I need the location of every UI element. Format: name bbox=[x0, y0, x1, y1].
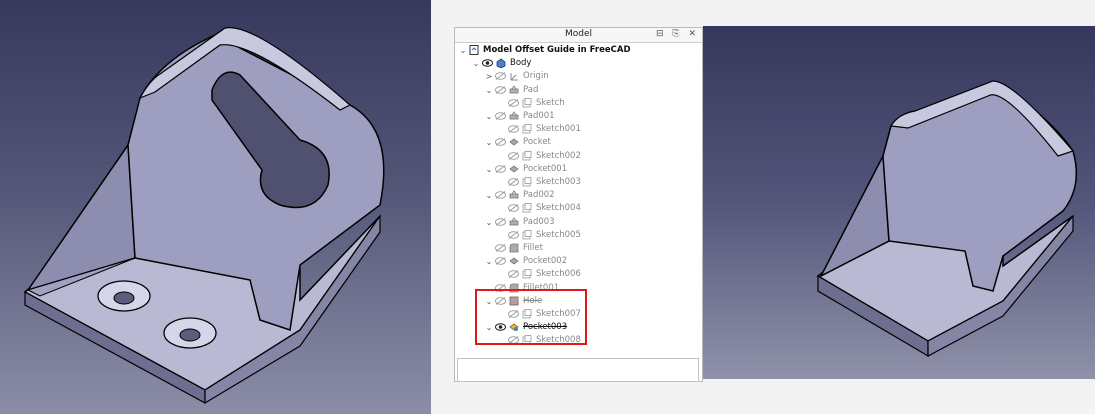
tree-item-label: Pad003 bbox=[523, 216, 555, 227]
eye-icon[interactable] bbox=[482, 59, 493, 67]
body-icon bbox=[496, 58, 506, 69]
tree-item-sketch004[interactable]: Sketch004 bbox=[455, 202, 700, 215]
tree-item-pad001[interactable]: ⌄ Pad001 bbox=[455, 110, 700, 123]
sketch-icon bbox=[522, 124, 532, 134]
bracket-plain-model bbox=[816, 80, 1078, 358]
chevron-down-icon[interactable]: ⌄ bbox=[485, 84, 493, 97]
eye-hidden-icon[interactable] bbox=[495, 164, 506, 173]
tree-item-label: Sketch001 bbox=[536, 124, 581, 135]
tree-item-fillet[interactable]: Fillet bbox=[455, 242, 700, 255]
tree-item-label: Pocket bbox=[523, 137, 551, 148]
chevron-down-icon[interactable]: ⌄ bbox=[485, 189, 493, 202]
chevron-down-icon[interactable]: ⌄ bbox=[459, 44, 467, 57]
tree-item-label: Pad001 bbox=[523, 111, 555, 121]
tree-item-pad002[interactable]: ⌄ Pad002 bbox=[455, 189, 700, 202]
chevron-down-icon[interactable]: ⌄ bbox=[485, 255, 493, 268]
chevron-right-icon[interactable]: > bbox=[485, 70, 493, 83]
tree-item-sketch[interactable]: Sketch bbox=[455, 97, 700, 110]
eye-hidden-icon[interactable] bbox=[495, 85, 506, 94]
tree-item-label: Pocket002 bbox=[523, 256, 568, 267]
document-icon bbox=[469, 45, 479, 55]
tree-item-label: Sketch bbox=[536, 97, 565, 108]
tree-item-origin[interactable]: > Origin bbox=[455, 70, 700, 83]
tree-item-label: Model Offset Guide in FreeCAD bbox=[483, 45, 631, 55]
pad-icon bbox=[509, 111, 519, 121]
sketch-icon bbox=[522, 203, 532, 213]
chevron-down-icon[interactable]: ⌄ bbox=[485, 110, 493, 123]
chevron-down-icon[interactable]: ⌄ bbox=[485, 136, 493, 149]
tree-item-body[interactable]: ⌄ Body bbox=[455, 57, 700, 70]
eye-hidden-icon[interactable] bbox=[508, 204, 519, 213]
eye-hidden-icon[interactable] bbox=[495, 112, 506, 120]
left-3d-viewport[interactable] bbox=[0, 0, 431, 414]
eye-hidden-icon[interactable] bbox=[508, 270, 519, 279]
tree-item-sketch005[interactable]: Sketch005 bbox=[455, 229, 700, 242]
property-box[interactable] bbox=[457, 358, 699, 382]
sketch-icon bbox=[522, 269, 532, 279]
tree-item-sketch002[interactable]: Sketch002 bbox=[455, 150, 700, 163]
panel-window-buttons[interactable]: ⊟ ⎘ ✕ bbox=[656, 28, 699, 41]
fillet-icon bbox=[509, 243, 519, 253]
chevron-down-icon[interactable]: ⌄ bbox=[485, 216, 493, 229]
tree-item-pocket002[interactable]: ⌄ Pocket002 bbox=[455, 255, 700, 268]
eye-hidden-icon[interactable] bbox=[495, 257, 506, 266]
pocket-icon bbox=[509, 164, 519, 174]
highlight-box bbox=[475, 289, 587, 345]
sketch-icon bbox=[522, 97, 532, 108]
tree-item-label: Sketch003 bbox=[536, 177, 581, 187]
origin-icon bbox=[509, 71, 519, 81]
eye-hidden-icon[interactable] bbox=[508, 178, 519, 186]
eye-hidden-icon[interactable] bbox=[495, 138, 506, 147]
bracket-with-holes-model bbox=[23, 27, 385, 405]
sketch-icon bbox=[522, 177, 532, 187]
tree-item-pocket[interactable]: ⌄ Pocket bbox=[455, 136, 700, 149]
chevron-down-icon[interactable]: ⌄ bbox=[485, 163, 493, 176]
pocket-icon bbox=[509, 256, 519, 266]
right-3d-viewport[interactable] bbox=[703, 26, 1095, 379]
tree-item-label: Pocket001 bbox=[523, 163, 568, 174]
tree-item-label: Pad002 bbox=[523, 190, 555, 201]
tree-item-sketch006[interactable]: Sketch006 bbox=[455, 268, 700, 281]
pad-icon bbox=[509, 216, 519, 227]
eye-hidden-icon[interactable] bbox=[508, 151, 519, 160]
tree-item-pocket001[interactable]: ⌄ Pocket001 bbox=[455, 163, 700, 176]
tree-item-label: Sketch002 bbox=[536, 150, 581, 161]
eye-hidden-icon[interactable] bbox=[495, 217, 506, 226]
pad-icon bbox=[509, 190, 519, 200]
tree-item-model-offset-guide-in-freecad[interactable]: ⌄ Model Offset Guide in FreeCAD bbox=[455, 44, 700, 57]
chevron-down-icon[interactable]: ⌄ bbox=[472, 57, 480, 70]
tree-item-label: Sketch005 bbox=[536, 229, 581, 240]
sketch-icon bbox=[522, 229, 532, 240]
tree-item-label: Body bbox=[510, 58, 532, 69]
eye-hidden-icon[interactable] bbox=[508, 125, 519, 134]
eye-hidden-icon[interactable] bbox=[508, 230, 519, 239]
tree-item-sketch003[interactable]: Sketch003 bbox=[455, 176, 700, 189]
tree-item-label: Sketch004 bbox=[536, 203, 581, 214]
tree-item-sketch001[interactable]: Sketch001 bbox=[455, 123, 700, 136]
panel-title: Model bbox=[564, 29, 593, 39]
tree-item-label: Origin bbox=[523, 71, 549, 82]
sketch-icon bbox=[522, 150, 532, 161]
tree-item-label: Fillet bbox=[523, 243, 543, 253]
tree-item-pad[interactable]: ⌄ Pad bbox=[455, 84, 700, 97]
tree-item-label: Sketch006 bbox=[536, 269, 581, 280]
pad-icon bbox=[509, 84, 519, 95]
eye-hidden-icon[interactable] bbox=[495, 72, 506, 81]
eye-hidden-icon[interactable] bbox=[495, 191, 506, 200]
pocket-icon bbox=[509, 137, 519, 147]
eye-hidden-icon[interactable] bbox=[508, 98, 519, 107]
tree-item-pad003[interactable]: ⌄ Pad003 bbox=[455, 216, 700, 229]
tree-item-label: Pad bbox=[523, 84, 539, 95]
panel-title-bar: Model ⊟ ⎘ ✕ bbox=[455, 28, 702, 43]
eye-hidden-icon[interactable] bbox=[495, 244, 506, 252]
